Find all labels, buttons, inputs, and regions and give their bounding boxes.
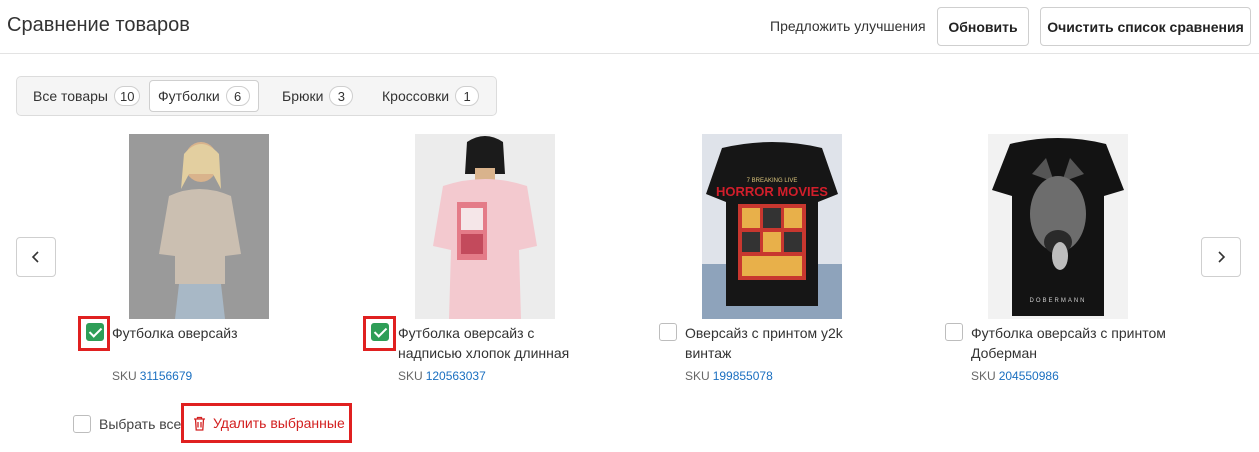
- print-title: HORROR MOVIES: [716, 184, 828, 199]
- sku-label: SKU: [398, 369, 423, 383]
- tab-all-products[interactable]: Все товары 10: [25, 80, 148, 112]
- carousel-prev-button[interactable]: [16, 237, 56, 277]
- print-brand: DOBERMANN: [1029, 298, 1086, 304]
- product-sku: SKU 199855078: [685, 369, 773, 383]
- sku-label: SKU: [112, 369, 137, 383]
- clear-comparison-button[interactable]: Очистить список сравнения: [1040, 7, 1251, 46]
- product-checkbox[interactable]: [659, 323, 677, 341]
- product-sku: SKU 120563037: [398, 369, 486, 383]
- sku-link[interactable]: 31156679: [140, 369, 193, 383]
- refresh-button[interactable]: Обновить: [937, 7, 1029, 46]
- product-image[interactable]: 7 BREAKING LIVE HORROR MOVIES: [702, 134, 842, 319]
- product-name[interactable]: Футболка оверсайз с надписью хлопок длин…: [398, 323, 593, 363]
- product-checkbox[interactable]: [86, 323, 104, 341]
- trash-icon: [194, 416, 205, 431]
- product-name[interactable]: Футболка оверсайз: [112, 323, 307, 343]
- suggest-improvements-link[interactable]: Предложить улучшения: [770, 18, 926, 34]
- delete-selected-label: Удалить выбранные: [213, 415, 345, 431]
- sku-link[interactable]: 120563037: [426, 369, 486, 383]
- carousel-next-button[interactable]: [1201, 237, 1241, 277]
- chevron-right-icon: [1218, 251, 1226, 263]
- tab-count-badge: 10: [113, 86, 141, 106]
- product-image[interactable]: [415, 134, 555, 319]
- tab-trousers[interactable]: Брюки 3: [274, 80, 361, 112]
- product-checkbox[interactable]: [371, 323, 389, 341]
- product-checkbox[interactable]: [945, 323, 963, 341]
- tab-count-badge: 3: [329, 86, 354, 106]
- sku-link[interactable]: 204550986: [999, 369, 1059, 383]
- tab-label: Все товары: [33, 88, 108, 104]
- sku-link[interactable]: 199855078: [713, 369, 773, 383]
- tab-count-badge: 1: [455, 86, 480, 106]
- tab-tshirts[interactable]: Футболки 6: [149, 80, 259, 112]
- tab-sneakers[interactable]: Кроссовки 1: [374, 80, 487, 112]
- tab-label: Футболки: [158, 88, 220, 104]
- product-image[interactable]: DOBERMANN: [988, 134, 1128, 319]
- delete-selected-button[interactable]: Удалить выбранные: [181, 403, 352, 443]
- product-name[interactable]: Оверсайз с принтом y2k винтаж: [685, 323, 880, 363]
- product-name[interactable]: Футболка оверсайз с принтом Доберман: [971, 323, 1166, 363]
- product-sku: SKU 31156679: [112, 369, 192, 383]
- sku-label: SKU: [971, 369, 996, 383]
- tab-label: Кроссовки: [382, 88, 450, 104]
- chevron-left-icon: [31, 251, 39, 263]
- product-image[interactable]: [129, 134, 269, 319]
- tab-count-badge: 6: [225, 86, 250, 106]
- select-all-checkbox[interactable]: [73, 415, 91, 433]
- product-sku: SKU 204550986: [971, 369, 1059, 383]
- category-tabs: Все товары 10 Футболки 6 Брюки 3 Кроссов…: [16, 76, 497, 116]
- sku-label: SKU: [685, 369, 710, 383]
- page-title: Сравнение товаров: [7, 14, 190, 36]
- page-header: Сравнение товаров Предложить улучшения О…: [0, 0, 1259, 54]
- tab-label: Брюки: [282, 88, 324, 104]
- select-all-label[interactable]: Выбрать все: [99, 416, 181, 432]
